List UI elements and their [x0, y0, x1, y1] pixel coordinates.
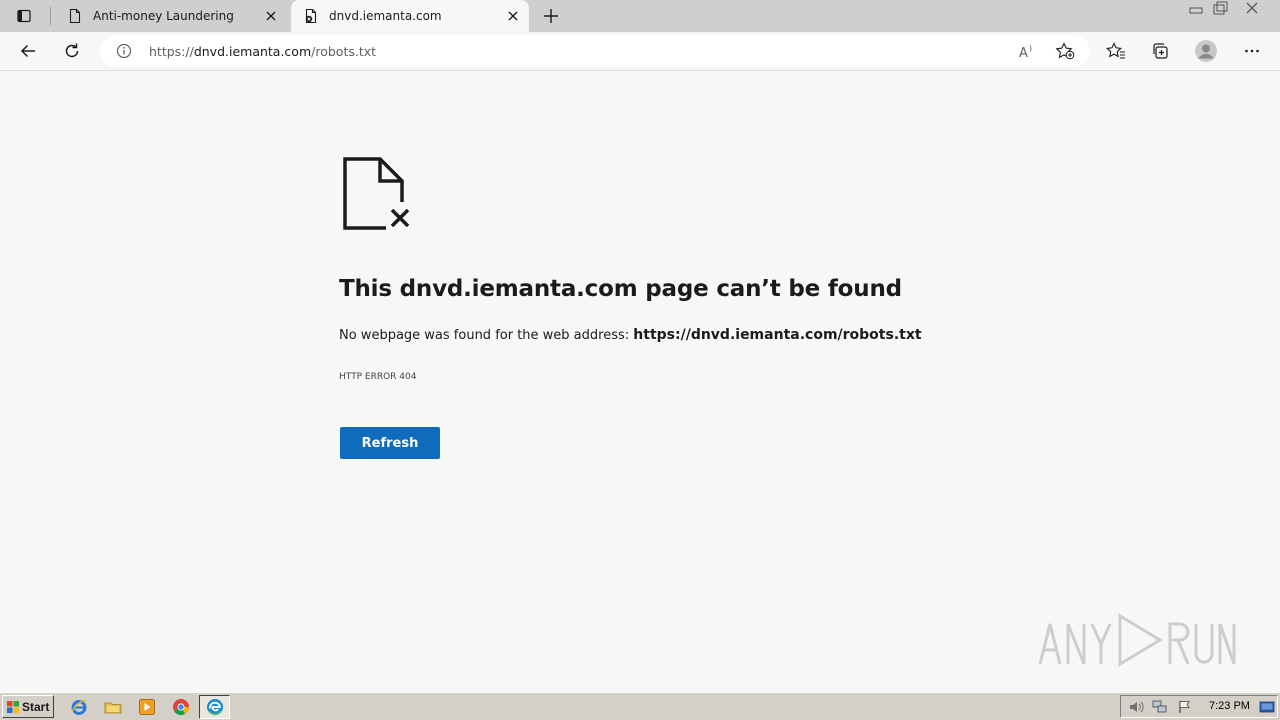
system-tray: 7:23 PM — [1120, 695, 1278, 718]
close-icon[interactable] — [505, 8, 521, 24]
collections-button[interactable] — [1146, 37, 1174, 65]
error-message: No webpage was found for the web address… — [339, 327, 922, 343]
tab-separator — [50, 7, 51, 25]
new-tab-icon[interactable] — [541, 6, 561, 26]
address-bar[interactable]: https://dnvd.iemanta.com/robots.txt A) — [100, 35, 1090, 67]
clock[interactable]: 7:23 PM — [1209, 700, 1250, 712]
window-close-icon[interactable] — [1240, 0, 1264, 18]
internet-explorer-icon[interactable] — [70, 698, 88, 716]
tab-actions-button[interactable] — [8, 5, 40, 27]
tab-title: dnvd.iemanta.com — [329, 9, 442, 23]
avatar-icon — [1195, 40, 1217, 62]
profile-button[interactable] — [1192, 37, 1220, 65]
show-desktop-icon[interactable] — [1259, 700, 1275, 714]
anyrun-watermark-logo — [1038, 613, 1236, 667]
volume-icon[interactable] — [1128, 700, 1144, 714]
error-page-icon — [305, 8, 317, 24]
error-title: This dnvd.iemanta.com page can’t be foun… — [339, 276, 902, 302]
settings-more-button[interactable] — [1238, 37, 1266, 65]
more-icon — [1245, 49, 1259, 53]
back-arrow-icon — [20, 44, 35, 58]
tab-actions-icon — [17, 9, 31, 23]
refresh-button[interactable]: Refresh — [340, 427, 440, 459]
svg-text:): ) — [1029, 44, 1032, 53]
file-not-found-icon — [343, 157, 414, 232]
taskbar-edge-active[interactable] — [199, 695, 230, 719]
page-icon — [69, 8, 81, 24]
site-info-icon[interactable] — [116, 43, 132, 59]
tab-strip: Anti-money Laundering dnvd.iemanta.com — [0, 0, 1280, 32]
taskbar: Start 7:23 PM — [0, 692, 1280, 720]
chrome-icon[interactable] — [172, 698, 190, 716]
tab-dnvd-iemanta[interactable]: dnvd.iemanta.com — [291, 0, 529, 32]
file-explorer-icon[interactable] — [104, 698, 122, 716]
browser-toolbar: https://dnvd.iemanta.com/robots.txt A) — [0, 32, 1280, 71]
read-aloud-icon[interactable]: A) — [1018, 43, 1038, 59]
restore-icon[interactable] — [1208, 0, 1232, 18]
windows-logo-icon — [7, 700, 19, 713]
favorites-button[interactable] — [1102, 37, 1130, 65]
start-button[interactable]: Start — [2, 695, 54, 718]
close-icon[interactable] — [263, 8, 279, 24]
tab-title: Anti-money Laundering — [93, 9, 234, 23]
url-text[interactable]: https://dnvd.iemanta.com/robots.txt — [149, 44, 376, 59]
action-center-flag-icon[interactable] — [1177, 700, 1193, 714]
tab-anti-money-laundering[interactable]: Anti-money Laundering — [55, 0, 287, 32]
svg-text:A: A — [1019, 46, 1028, 59]
collections-icon — [1153, 43, 1168, 59]
media-player-icon[interactable] — [138, 698, 156, 716]
reload-button[interactable] — [58, 37, 86, 65]
favorites-icon — [1106, 42, 1125, 59]
minimize-icon[interactable] — [1184, 0, 1208, 18]
reload-icon — [65, 43, 79, 58]
start-label: Start — [22, 699, 50, 714]
network-icon[interactable] — [1152, 700, 1168, 714]
add-favorite-icon[interactable] — [1055, 42, 1075, 60]
error-url: https://dnvd.iemanta.com/robots.txt — [633, 327, 922, 343]
error-message-text: No webpage was found for the web address… — [339, 328, 630, 343]
edge-icon — [207, 699, 223, 716]
error-code: HTTP ERROR 404 — [339, 372, 417, 382]
back-button[interactable] — [14, 37, 42, 65]
